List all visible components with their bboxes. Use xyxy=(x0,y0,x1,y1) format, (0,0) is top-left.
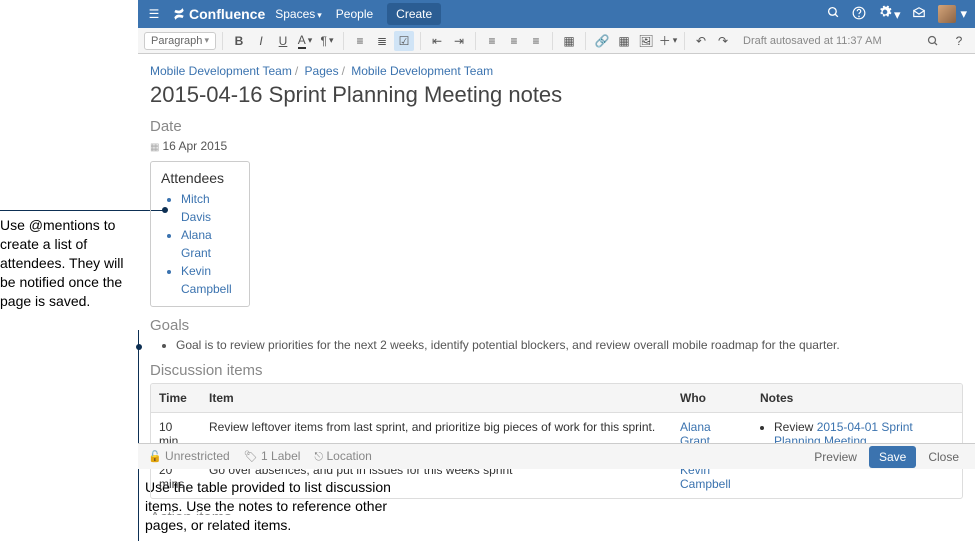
restrictions-button[interactable]: 🔓 Unrestricted xyxy=(148,449,230,464)
align-center-button[interactable]: ≡ xyxy=(504,31,524,51)
insert-button[interactable]: ＋▾ xyxy=(658,31,678,51)
menu-icon[interactable]: ☰ xyxy=(146,7,162,21)
search-icon[interactable] xyxy=(827,6,840,22)
action-items-heading: Action items xyxy=(150,509,963,515)
breadcrumb-c[interactable]: Mobile Development Team xyxy=(351,64,493,78)
attendees-panel: Attendees Mitch Davis Alana Grant Kevin … xyxy=(150,161,250,307)
undo-button[interactable]: ↶ xyxy=(691,31,711,51)
editor-toolbar: Paragraph▾ B I U A▾ ¶▾ ≡ ≣ ☑ ⇤ ⇥ ≡ ≡ ≡ ▦… xyxy=(138,28,975,54)
preview-button[interactable]: Preview xyxy=(808,446,863,468)
unlock-icon: 🔓 xyxy=(148,451,162,463)
table-button[interactable]: ▦ xyxy=(614,31,634,51)
indent-button[interactable]: ⇥ xyxy=(449,31,469,51)
breadcrumb-b[interactable]: Pages xyxy=(305,64,339,78)
editor-footer: 🔓 Unrestricted 🏷 1 Label ⎋ Location Prev… xyxy=(138,443,975,469)
number-list-button[interactable]: ≣ xyxy=(372,31,392,51)
attendee-link[interactable]: Mitch Davis xyxy=(181,190,239,226)
image-button[interactable]: 🖼 xyxy=(636,31,656,51)
col-notes: Notes xyxy=(752,384,962,413)
page-title[interactable]: 2015-04-16 Sprint Planning Meeting notes xyxy=(150,82,963,108)
goal-item: Goal is to review priorities for the nex… xyxy=(176,338,963,352)
attendee-link[interactable]: Kevin Campbell xyxy=(181,262,239,298)
goals-heading: Goals xyxy=(150,317,963,334)
bullet-list-button[interactable]: ≡ xyxy=(350,31,370,51)
discussion-heading: Discussion items xyxy=(150,362,963,379)
color-button[interactable]: A▾ xyxy=(295,31,315,51)
col-item: Item xyxy=(201,384,672,413)
redo-button[interactable]: ↷ xyxy=(713,31,733,51)
help-editor-button[interactable]: ? xyxy=(949,31,969,51)
nav-people[interactable]: People xyxy=(336,7,373,21)
breadcrumb-a[interactable]: Mobile Development Team xyxy=(150,64,292,78)
close-button[interactable]: Close xyxy=(922,446,965,468)
callout-attendees: Use @mentions to create a list of attend… xyxy=(0,216,135,310)
align-left-button[interactable]: ≡ xyxy=(482,31,502,51)
location-button[interactable]: ⎋ Location xyxy=(314,449,371,464)
col-time: Time xyxy=(151,384,201,413)
app-header: ☰ Confluence Spaces▾ People Create ▾ xyxy=(138,0,975,28)
align-right-button[interactable]: ≡ xyxy=(526,31,546,51)
date-value: ▦16 Apr 2015 xyxy=(150,139,963,153)
location-icon: ⎋ xyxy=(314,451,323,463)
col-who: Who xyxy=(672,384,752,413)
underline-button[interactable]: U xyxy=(273,31,293,51)
attendees-heading: Attendees xyxy=(161,170,239,186)
paragraph-select[interactable]: Paragraph▾ xyxy=(144,32,216,50)
calendar-icon: ▦ xyxy=(150,142,159,153)
italic-button[interactable]: I xyxy=(251,31,271,51)
create-button[interactable]: Create xyxy=(387,3,441,25)
find-button[interactable] xyxy=(923,31,943,51)
save-button[interactable]: Save xyxy=(869,446,916,468)
nav-spaces[interactable]: Spaces▾ xyxy=(275,7,322,21)
help-icon[interactable] xyxy=(852,6,866,23)
tag-icon: 🏷 xyxy=(244,451,258,463)
discussion-table[interactable]: Time Item Who Notes 10 min Review leftov… xyxy=(151,384,962,498)
breadcrumb: Mobile Development Team/ Pages/ Mobile D… xyxy=(150,64,963,78)
attendee-link[interactable]: Alana Grant xyxy=(181,226,239,262)
date-heading: Date xyxy=(150,118,963,135)
confluence-logo[interactable]: Confluence xyxy=(172,6,265,22)
outdent-button[interactable]: ⇤ xyxy=(427,31,447,51)
labels-button[interactable]: 🏷 1 Label xyxy=(244,449,301,464)
draft-status: Draft autosaved at 11:37 AM xyxy=(743,35,882,47)
layout-button[interactable]: ▦ xyxy=(559,31,579,51)
settings-icon[interactable]: ▾ xyxy=(878,5,901,23)
more-format-button[interactable]: ¶▾ xyxy=(317,31,337,51)
link-button[interactable]: 🔗 xyxy=(592,31,612,51)
notifications-icon[interactable] xyxy=(912,6,926,23)
bold-button[interactable]: B xyxy=(229,31,249,51)
task-list-button[interactable]: ☑ xyxy=(394,31,414,51)
user-avatar[interactable]: ▾ xyxy=(938,5,967,23)
